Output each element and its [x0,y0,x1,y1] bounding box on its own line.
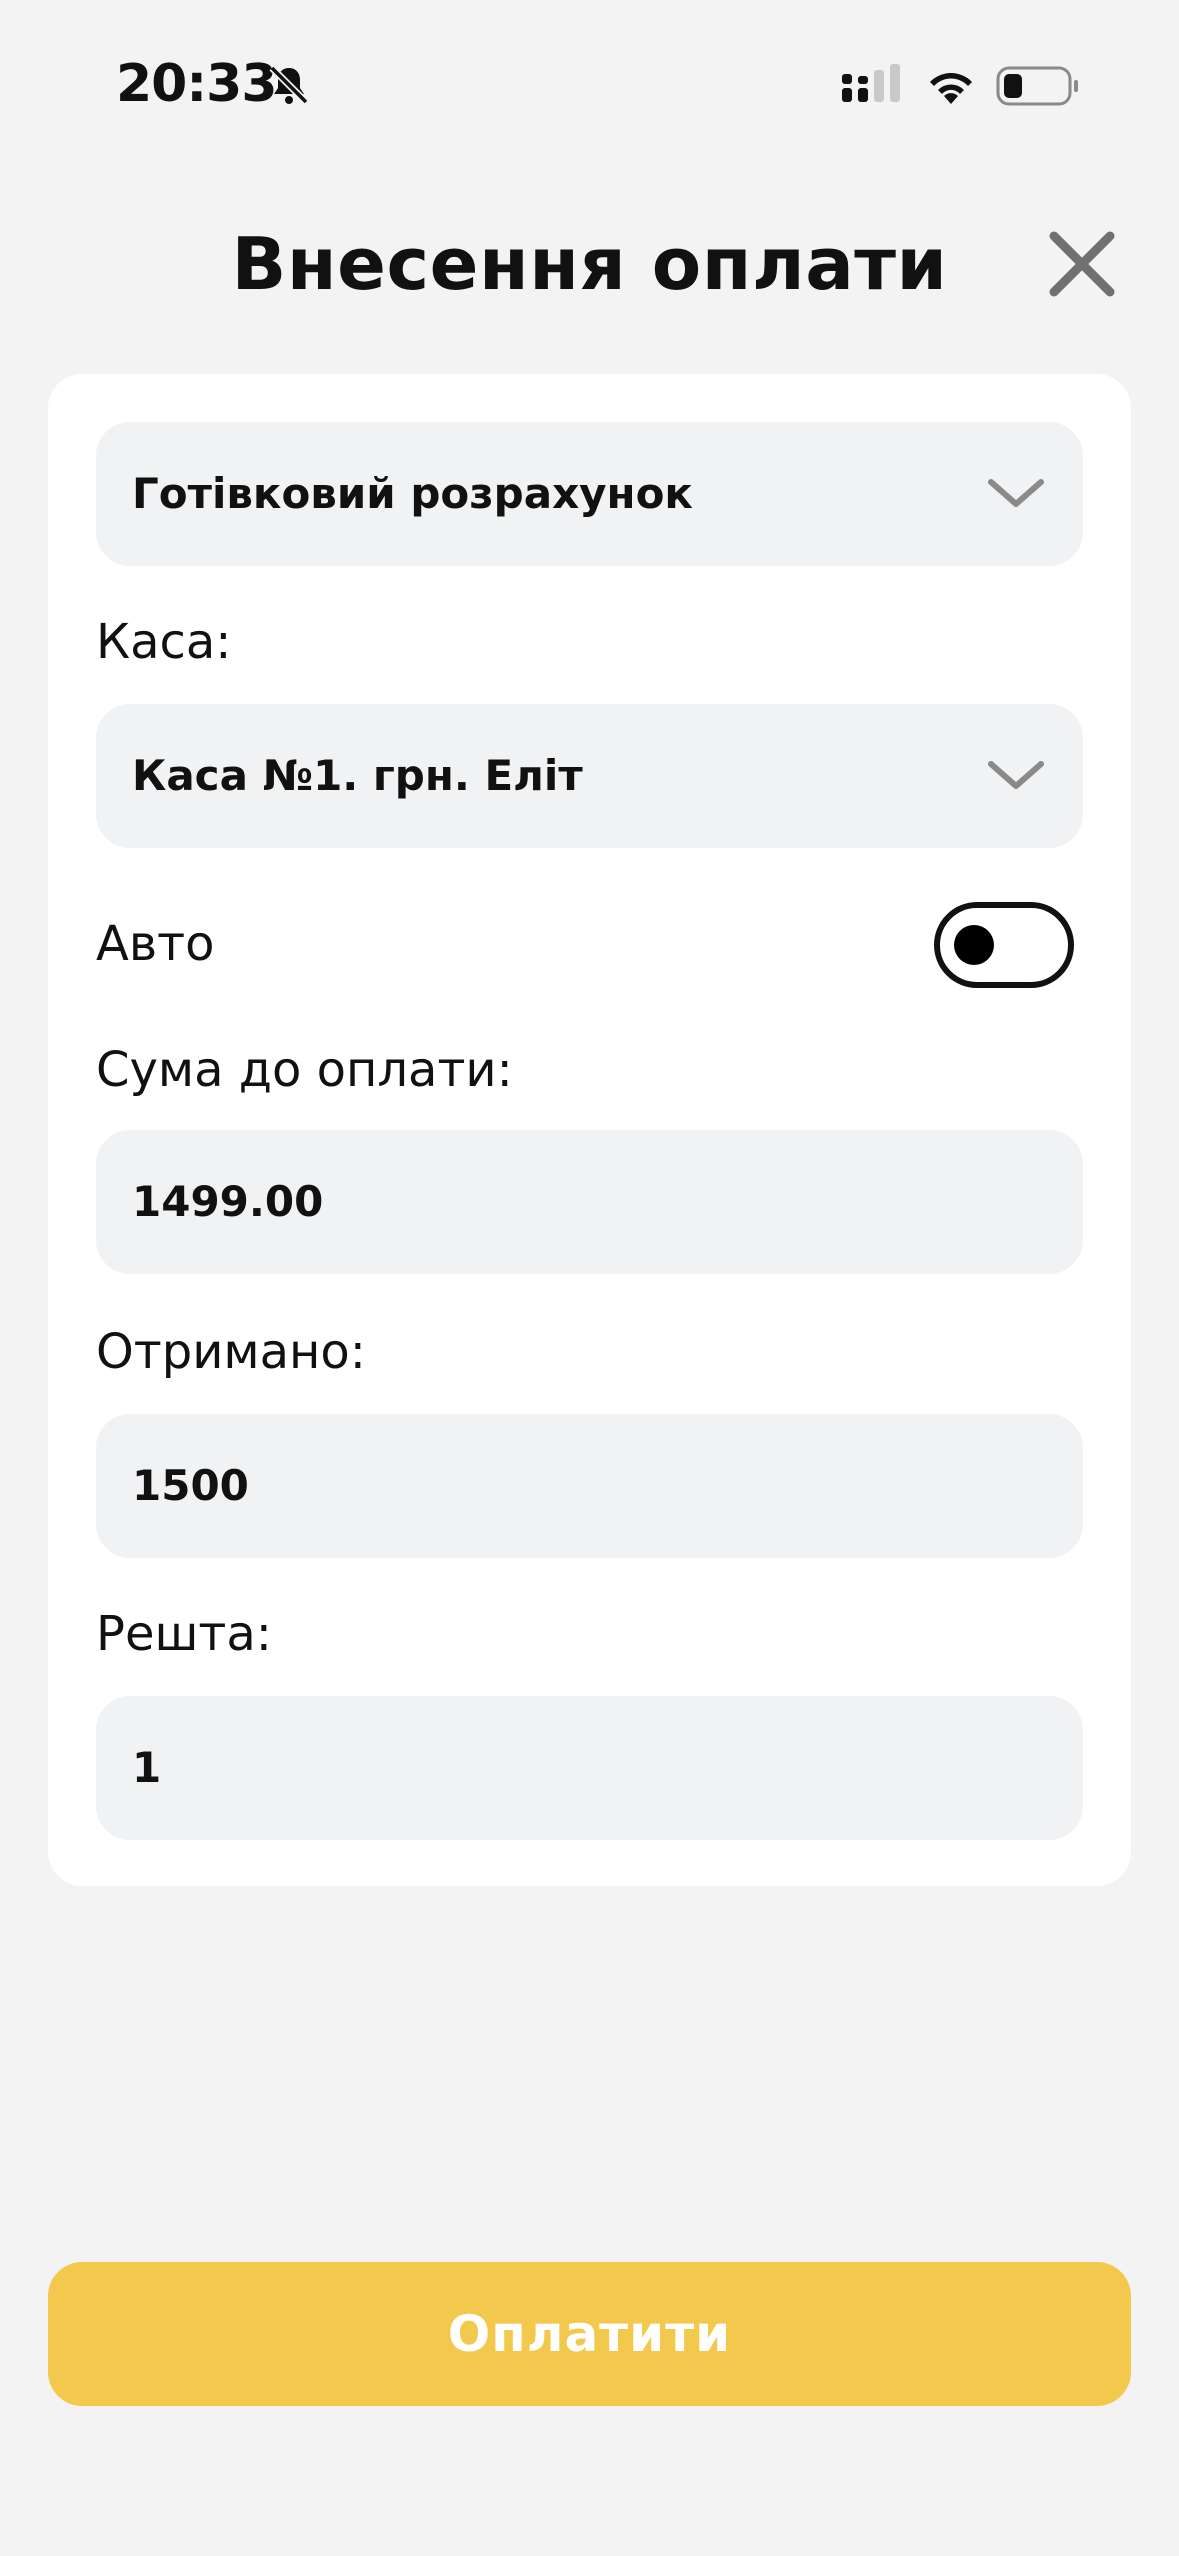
amount-due-field[interactable]: 1499.00 [96,1130,1083,1274]
payment-type-value: Готівковий розрахунок [132,469,693,518]
status-bar: 20:33 [0,0,1179,170]
received-field[interactable]: 1500 [96,1414,1083,1558]
change-label: Решта: [96,1606,272,1662]
payment-type-select[interactable]: Готівковий розрахунок [96,422,1083,566]
wifi-icon [924,64,978,108]
change-value: 1 [132,1743,162,1792]
chevron-down-icon [988,479,1044,507]
received-value: 1500 [132,1461,249,1510]
auto-toggle[interactable] [934,902,1074,988]
amount-due-label: Сума до оплати: [96,1042,513,1098]
received-label: Отримано: [96,1324,366,1380]
close-button[interactable] [1044,226,1120,302]
bell-muted-icon [266,62,312,108]
cashbox-label: Каса: [96,614,232,670]
chevron-down-icon [988,761,1044,789]
close-icon [1049,231,1115,297]
status-time: 20:33 [116,54,278,114]
battery-icon [996,64,1080,108]
amount-due-value: 1499.00 [132,1177,324,1226]
change-field[interactable]: 1 [96,1696,1083,1840]
auto-label: Авто [96,916,215,972]
cellular-signal-icon [840,64,906,112]
cashbox-value: Каса №1. грн. Еліт [132,751,583,800]
page-title: Внесення оплати [231,222,948,306]
toggle-knob [954,925,994,965]
cashbox-select[interactable]: Каса №1. грн. Еліт [96,704,1083,848]
pay-button[interactable]: Оплатити [48,2262,1131,2406]
payment-form-card: Готівковий розрахунок Каса: Каса №1. грн… [48,374,1131,1886]
